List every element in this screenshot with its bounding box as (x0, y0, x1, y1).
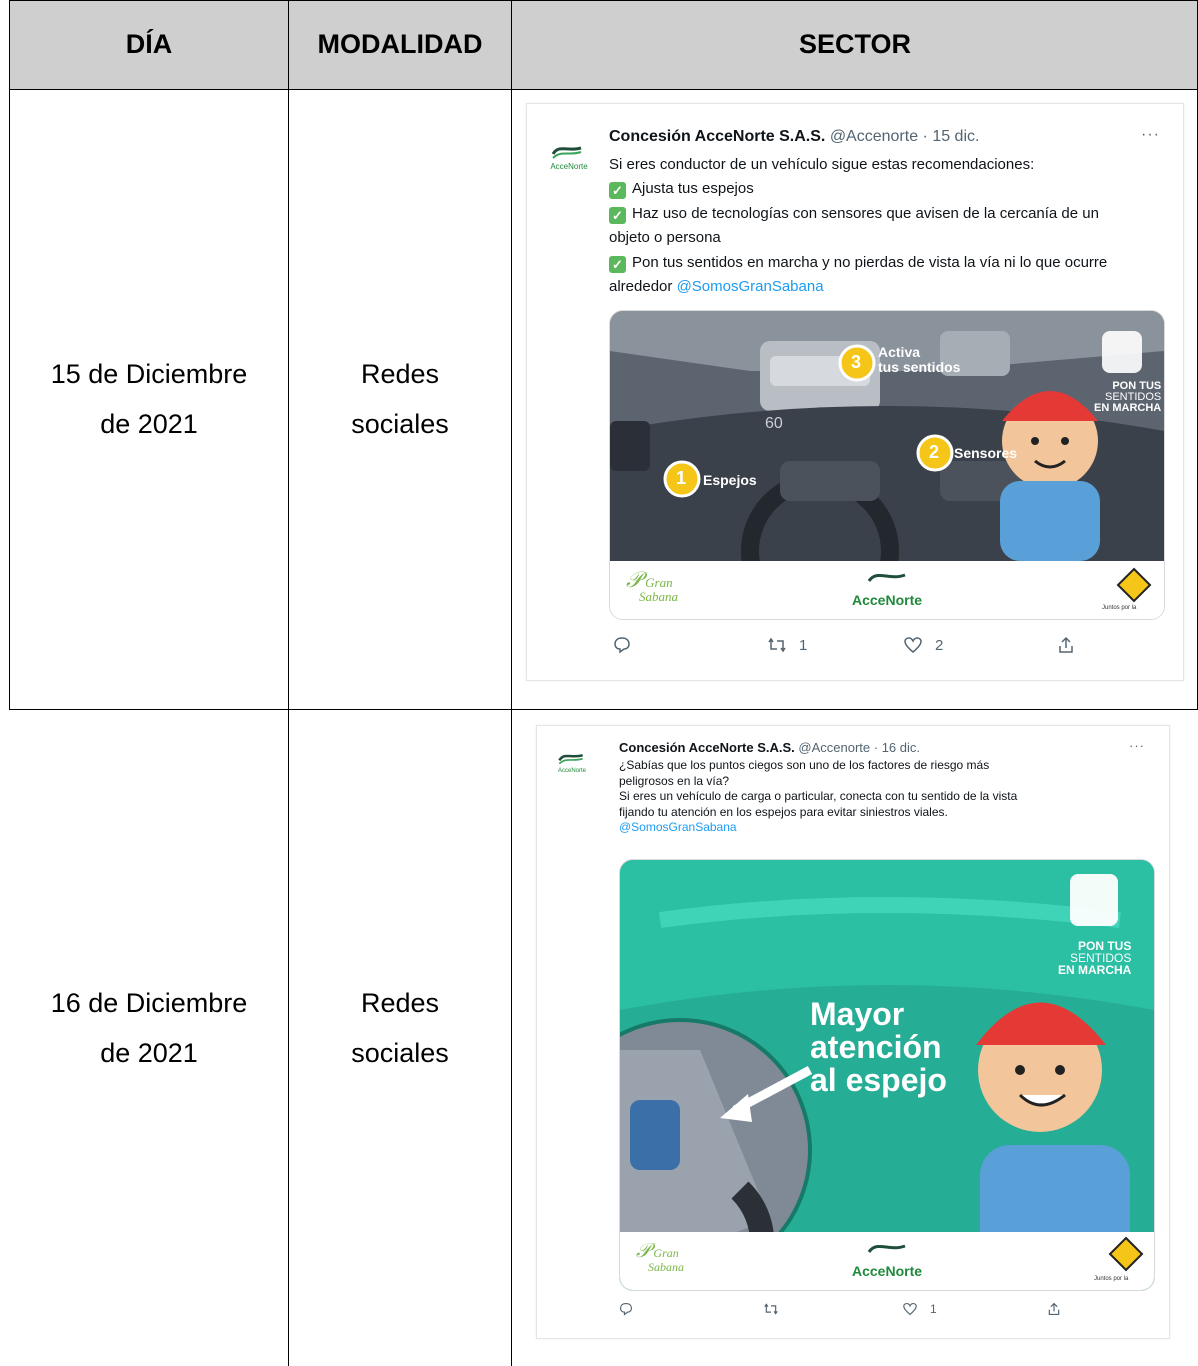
accenorte-brand-logo: AcceNorte (810, 1238, 964, 1279)
check-icon: ✓ (609, 255, 626, 273)
handle-date[interactable]: @Accenorte · 16 dic. (798, 740, 920, 755)
column-divider-2 (511, 0, 512, 1366)
share-button[interactable] (1047, 1302, 1061, 1316)
header-modalidad-label: MODALIDAD (317, 29, 483, 59)
tweet-text: Si eres conductor de un vehículo sigue e… (609, 153, 1169, 299)
tweet-image[interactable]: Mayor atención al espejo PON TUS SENTIDOS EN… (619, 859, 1155, 1291)
header-modalidad: MODALIDAD (289, 0, 511, 89)
retweet-icon (764, 1303, 778, 1315)
like-count: 1 (930, 1302, 937, 1316)
reply-icon (614, 637, 630, 654)
accenorte-swoosh-icon (867, 1244, 906, 1253)
row-2-dia: 16 de Diciembre de 2021 (10, 710, 288, 1346)
accenorte-logo-icon (558, 754, 584, 765)
header-dia-label: DÍA (125, 29, 173, 59)
heart-icon (903, 1302, 917, 1316)
tweet-image[interactable]: 3 Activa tus sentidos 2 Sensores 1 Espejo… (609, 310, 1165, 620)
heart-icon (904, 637, 922, 653)
tweet-header: Concesión AcceNorte S.A.S. @Accenorte · … (619, 740, 920, 755)
warning-sign-icon (1116, 567, 1152, 603)
row-2-modalidad-line2: sociales (351, 1038, 449, 1068)
header-sector: SECTOR (512, 0, 1198, 89)
share-icon (1059, 636, 1073, 653)
brand-strip: 𝒫 Gran Sabana AcceNorte Juntos por la (620, 1232, 1154, 1290)
more-options-icon[interactable]: ··· (1129, 738, 1145, 753)
tweet-card-1[interactable]: AcceNorte Concesión AcceNorte S.A.S. @Ac… (526, 103, 1184, 681)
check-icon: ✓ (609, 206, 626, 224)
tweet-header: Concesión AcceNorte S.A.S. @Accenorte · … (609, 128, 979, 146)
avatar-label: AcceNorte (557, 768, 586, 774)
share-button[interactable] (1057, 636, 1075, 654)
like-button[interactable]: 1 (902, 1302, 937, 1316)
tweet-line: Si eres conductor de un vehículo sigue e… (609, 156, 1035, 173)
row-1-dia-line1: 15 de Diciembre (50, 359, 248, 389)
headline: Mayor atención al espejo (810, 996, 947, 1098)
check-icon: ✓ (609, 182, 626, 200)
accenorte-swoosh-icon (867, 573, 906, 582)
more-options-icon[interactable]: ··· (1141, 126, 1160, 144)
row-1-modalidad-line1: Redes (360, 359, 440, 389)
badge-1: 1 (676, 468, 687, 488)
sign-caption: Juntos por la (1102, 605, 1137, 611)
accenorte-logo-icon (551, 146, 582, 159)
row-1-dia-line2: de 2021 (100, 409, 198, 439)
retweet-icon (768, 637, 786, 653)
gran-sabana-logo: 𝒫 Gran Sabana (636, 1240, 684, 1274)
speed-readout: 60 (765, 415, 783, 432)
campaign-logo: PON TUS SENTIDOS EN MARCHA (1058, 939, 1132, 977)
row-2-modalidad: Redes sociales (289, 710, 511, 1346)
label-sensores: Sensores (954, 445, 1018, 461)
reply-button[interactable] (613, 636, 631, 654)
handle-date[interactable]: @Accenorte · 15 dic. (830, 128, 980, 145)
road-sign-logo (1108, 1236, 1144, 1277)
tweet-line: ✓ Pon tus sentidos en marcha y no pierdas… (609, 251, 1169, 275)
like-count: 2 (935, 636, 944, 654)
gran-sabana-logo: 𝒫 Gran Sabana (626, 567, 678, 604)
tweet-line: ¿Sabías que los puntos ciegos son uno de… (619, 758, 990, 772)
mention-link[interactable]: @SomosGranSabana (677, 278, 824, 295)
retweet-button[interactable] (763, 1302, 791, 1316)
like-button[interactable]: 2 (903, 636, 943, 654)
campaign-logo: PON TUS SENTIDOS EN MARCHA (1094, 380, 1162, 414)
road-sign-logo (1116, 567, 1152, 608)
tweet-line: ✓ Haz uso de tecnologías con sensores que… (609, 202, 1169, 226)
brand-strip: 𝒫 Gran Sabana AcceNorte Juntos por la (610, 561, 1164, 619)
retweet-button[interactable]: 1 (767, 636, 807, 654)
tweet-line: fijando tu atención en los espejos para … (619, 804, 948, 819)
row-1-modalidad-line2: sociales (351, 409, 449, 439)
avatar[interactable]: AcceNorte (543, 132, 591, 180)
tweet-line: ✓ Ajusta tus espejos (609, 177, 1169, 201)
tweet-line: alrededor @SomosGranSabana (609, 278, 824, 296)
tweet-line: peligrosos en la vía? (619, 773, 730, 788)
sign-caption: Juntos por la (1094, 1276, 1129, 1282)
accenorte-brand-logo: AcceNorte (810, 567, 964, 608)
row-1-dia: 15 de Diciembre de 2021 (10, 89, 288, 709)
row-1-modalidad: Redes sociales (289, 89, 511, 709)
badge-3: 3 (851, 352, 862, 372)
table-border-top (9, 0, 1198, 1)
row-2-dia-line1: 16 de Diciembre (50, 988, 248, 1018)
avatar-label: AcceNorte (550, 162, 588, 171)
header-dia: DÍA (10, 0, 288, 89)
header-sector-label: SECTOR (798, 29, 912, 59)
retweet-count: 1 (799, 636, 808, 654)
account-name[interactable]: Concesión AcceNorte S.A.S. (619, 740, 795, 755)
label-espejos: Espejos (703, 472, 757, 488)
tweet-line: Si eres un vehículo de carga o particula… (619, 789, 1018, 803)
tweet-line: objeto o persona (609, 229, 721, 247)
mention-link[interactable]: @SomosGranSabana (619, 820, 1159, 836)
reply-button[interactable] (619, 1302, 633, 1316)
warning-sign-icon (1108, 1236, 1144, 1272)
avatar[interactable]: AcceNorte (549, 742, 597, 790)
tweet-text: ¿Sabías que los puntos ciegos son uno de… (619, 758, 1159, 836)
tweet-card-2[interactable]: AcceNorte Concesión AcceNorte S.A.S. @Ac… (536, 725, 1170, 1339)
account-name[interactable]: Concesión AcceNorte S.A.S. (609, 128, 825, 145)
row-2-modalidad-line1: Redes (360, 988, 440, 1018)
row-2-dia-line2: de 2021 (100, 1038, 198, 1068)
reply-icon (619, 1302, 633, 1316)
label-activa: Activa tus sentidos (878, 344, 961, 375)
share-icon (1048, 1302, 1060, 1316)
badge-2: 2 (929, 442, 940, 462)
